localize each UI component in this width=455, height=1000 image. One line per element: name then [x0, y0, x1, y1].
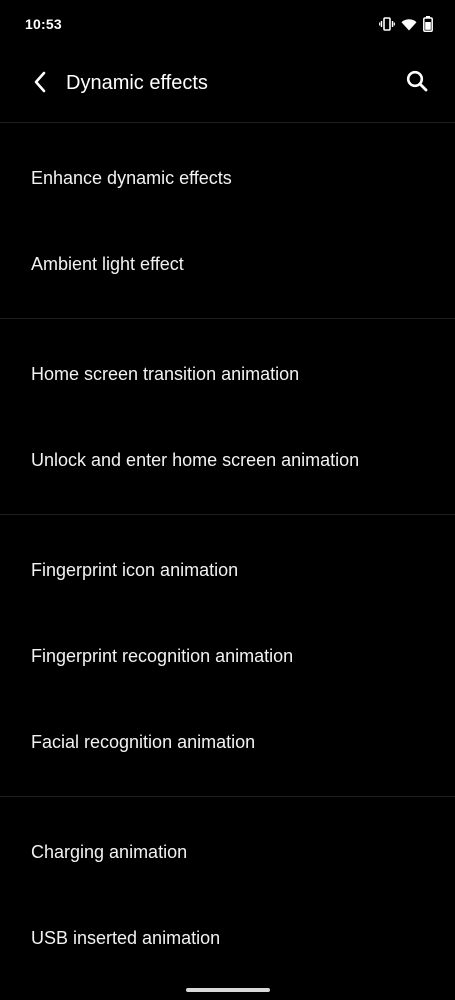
divider [0, 514, 455, 515]
list-item-usb-inserted-animation[interactable]: USB inserted animation [0, 895, 455, 981]
divider [0, 122, 455, 123]
battery-icon [423, 16, 433, 32]
list-item-label: Unlock and enter home screen animation [31, 450, 360, 470]
status-time: 10:53 [25, 16, 62, 32]
page-title: Dynamic effects [66, 72, 208, 94]
list-item-ambient-light-effect[interactable]: Ambient light effect [0, 221, 455, 307]
list-item-label: Home screen transition animation [31, 364, 300, 384]
search-icon [406, 70, 428, 97]
vibrate-icon [379, 17, 395, 31]
list-item-label: Fingerprint icon animation [31, 560, 239, 580]
divider [0, 796, 455, 797]
gesture-nav-handle[interactable] [186, 988, 270, 992]
divider [0, 318, 455, 319]
app-bar: Dynamic effects [0, 48, 455, 120]
status-bar: 10:53 [0, 0, 455, 48]
list-item-label: Fingerprint recognition animation [31, 646, 294, 666]
list-item-label: Enhance dynamic effects [31, 168, 232, 188]
list-item-home-screen-transition-animation[interactable]: Home screen transition animation [0, 331, 455, 417]
back-button[interactable] [22, 66, 58, 102]
list-item-enhance-dynamic-effects[interactable]: Enhance dynamic effects [0, 135, 455, 221]
list-item-label: USB inserted animation [31, 928, 221, 948]
list-item-facial-recognition-animation[interactable]: Facial recognition animation [0, 699, 455, 785]
wifi-icon [401, 18, 417, 31]
list-item-fingerprint-recognition-animation[interactable]: Fingerprint recognition animation [0, 613, 455, 699]
list-item-unlock-enter-home-animation[interactable]: Unlock and enter home screen animation [0, 417, 455, 503]
search-button[interactable] [399, 65, 435, 101]
list-item-label: Ambient light effect [31, 254, 184, 274]
list-item-fingerprint-icon-animation[interactable]: Fingerprint icon animation [0, 527, 455, 613]
list-item-label: Charging animation [31, 842, 188, 862]
list-item-label: Facial recognition animation [31, 732, 256, 752]
chevron-left-icon [33, 71, 47, 98]
list-item-charging-animation[interactable]: Charging animation [0, 809, 455, 895]
status-icons [379, 15, 433, 33]
